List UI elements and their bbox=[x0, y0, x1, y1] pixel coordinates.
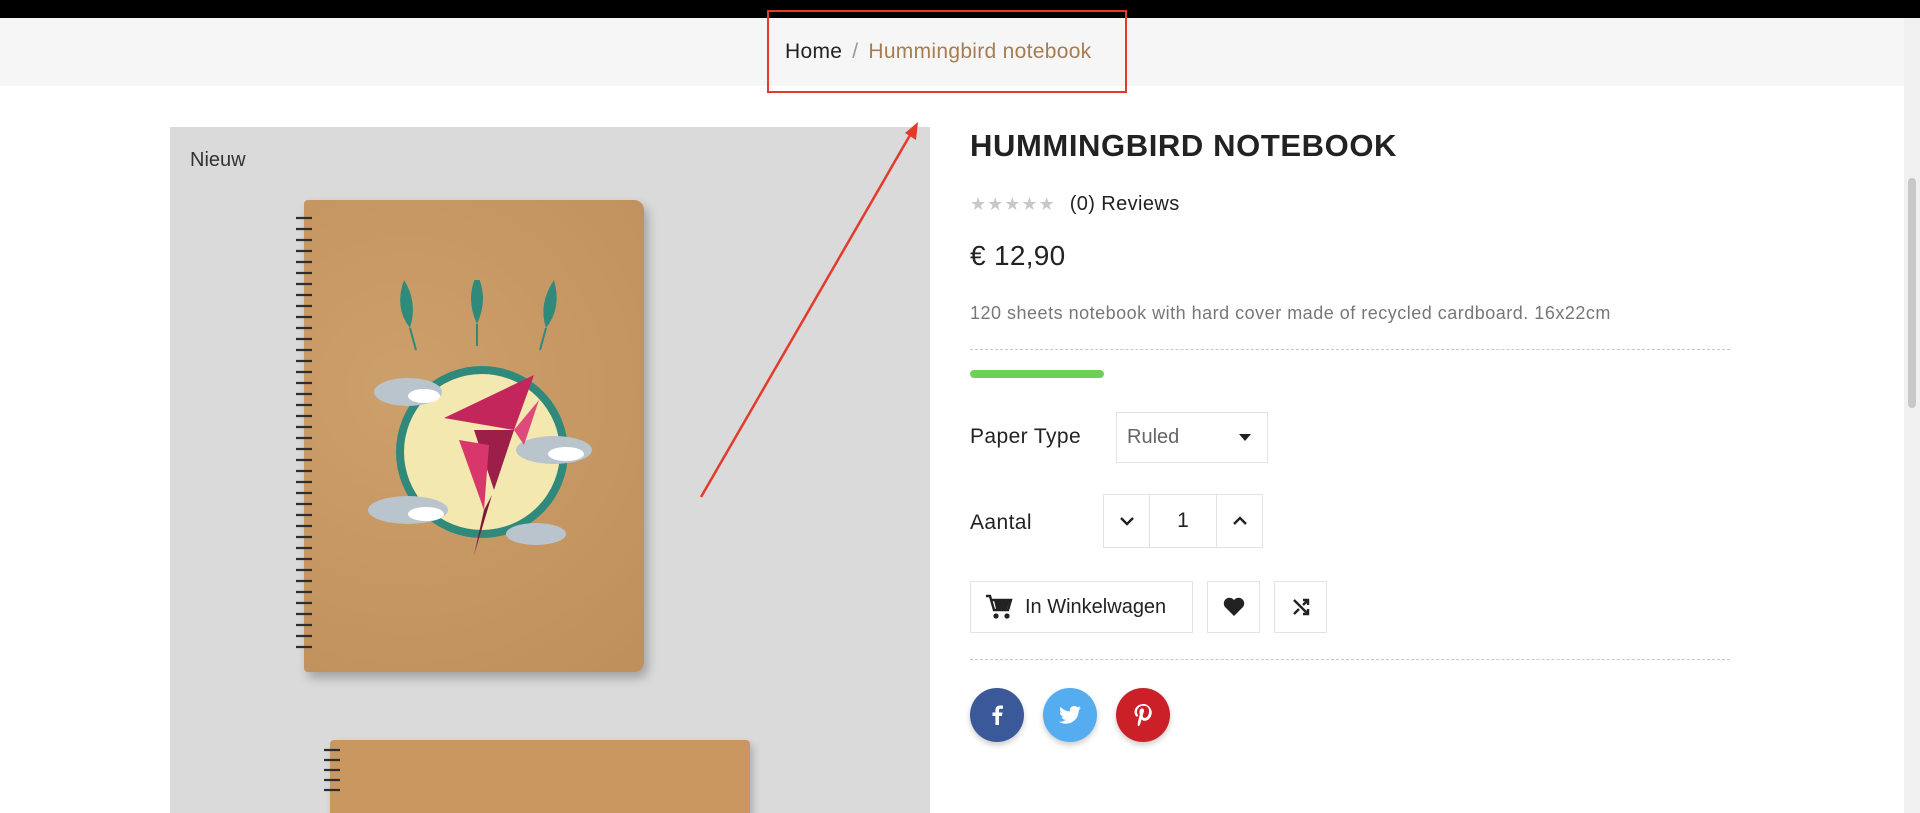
hummingbird-illustration bbox=[368, 280, 592, 555]
paper-type-label: Paper Type bbox=[970, 425, 1082, 448]
product-thumbnail-notebook[interactable] bbox=[324, 740, 750, 813]
reviews-count[interactable]: (0) Reviews bbox=[1070, 193, 1180, 216]
new-badge: Nieuw bbox=[190, 149, 246, 171]
stock-level-bar bbox=[970, 370, 1104, 378]
paper-type-value: Ruled bbox=[1127, 426, 1180, 448]
compare-button[interactable] bbox=[1274, 581, 1327, 633]
product-image-notebook[interactable] bbox=[296, 200, 644, 672]
paper-type-select[interactable]: Ruled bbox=[1116, 412, 1268, 463]
quantity-label: Aantal bbox=[970, 511, 1032, 534]
stock-level-fill bbox=[970, 370, 1104, 378]
divider bbox=[970, 349, 1730, 350]
page-scrollbar[interactable] bbox=[1904, 18, 1920, 813]
caret-down-icon bbox=[1239, 434, 1251, 441]
spiral-binding-thumbnail bbox=[324, 748, 340, 792]
product-price: € 12,90 bbox=[970, 240, 1066, 271]
heart-icon bbox=[1223, 597, 1244, 616]
star-rating-icon: ★★★★★ bbox=[970, 194, 1056, 214]
add-to-cart-label: In Winkelwagen bbox=[1025, 595, 1167, 618]
product-description: 120 sheets notebook with hard cover made… bbox=[970, 303, 1611, 323]
chevron-down-icon bbox=[1119, 517, 1134, 526]
pinterest-icon bbox=[1134, 704, 1152, 726]
product-rating[interactable]: ★★★★★ (0) Reviews bbox=[970, 193, 1180, 216]
pinterest-share-button[interactable] bbox=[1116, 688, 1170, 742]
quantity-input[interactable]: 1 bbox=[1150, 495, 1216, 547]
divider bbox=[970, 659, 1730, 660]
chevron-up-icon bbox=[1232, 516, 1247, 525]
product-title: HUMMINGBIRD NOTEBOOK bbox=[970, 128, 1398, 163]
twitter-share-button[interactable] bbox=[1043, 688, 1097, 742]
facebook-icon bbox=[992, 705, 1003, 725]
facebook-share-button[interactable] bbox=[970, 688, 1024, 742]
add-to-cart-button[interactable]: In Winkelwagen bbox=[970, 581, 1193, 633]
shuffle-icon bbox=[1292, 598, 1309, 616]
twitter-icon bbox=[1059, 706, 1081, 724]
wishlist-button[interactable] bbox=[1207, 581, 1260, 633]
annotation-highlight-box bbox=[767, 10, 1127, 93]
cart-icon bbox=[986, 594, 1013, 619]
product-image-gallery[interactable]: Nieuw bbox=[170, 127, 930, 813]
spiral-binding bbox=[296, 216, 312, 649]
quantity-increase-button[interactable] bbox=[1216, 495, 1262, 547]
quantity-decrease-button[interactable] bbox=[1104, 495, 1150, 547]
quantity-stepper: 1 bbox=[1103, 494, 1263, 548]
scrollbar-thumb[interactable] bbox=[1908, 178, 1916, 408]
